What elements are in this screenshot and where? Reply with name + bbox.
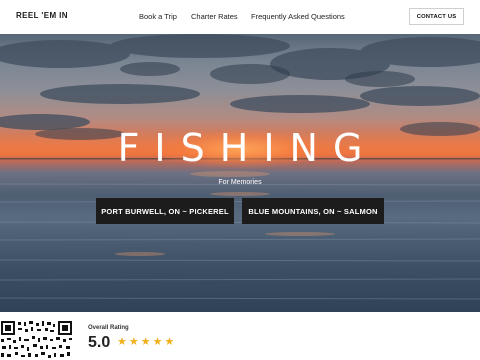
hero-banner: FISHING For Memories PORT BURWELL, ON ~ …: [0, 34, 480, 312]
star-icon: ★: [164, 336, 175, 348]
top-navigation: REEL 'EM IN Book a Trip Charter Rates Fr…: [0, 0, 480, 34]
nav-link-book-a-trip[interactable]: Book a Trip: [139, 12, 177, 21]
star-icon: ★: [128, 336, 139, 348]
port-burwell-button[interactable]: PORT BURWELL, ON ~ PICKEREL: [96, 198, 234, 224]
contact-us-button[interactable]: CONTACT US: [409, 8, 464, 25]
rating-stars: ★ ★ ★ ★ ★: [117, 337, 174, 348]
star-icon: ★: [117, 336, 127, 348]
hero-title: FISHING: [117, 126, 378, 170]
rating-section: Overall Rating 5.0 ★ ★ ★ ★ ★: [0, 312, 480, 360]
rating-label: Overall Rating: [88, 325, 129, 331]
star-icon: ★: [152, 336, 163, 348]
star-icon: ★: [140, 336, 151, 348]
nav-links: Book a Trip Charter Rates Frequently Ask…: [0, 12, 480, 24]
blue-mountains-button[interactable]: BLUE MOUNTAINS, ON ~ SALMON: [242, 198, 384, 224]
nav-link-faq[interactable]: Frequently Asked Questions: [251, 12, 345, 21]
sunset-lake-background: [0, 34, 480, 300]
rating-value: 5.0: [88, 334, 111, 351]
nav-link-charter-rates[interactable]: Charter Rates: [191, 12, 238, 21]
hero-subtitle: For Memories: [218, 179, 262, 186]
qr-code-image: [0, 320, 74, 360]
